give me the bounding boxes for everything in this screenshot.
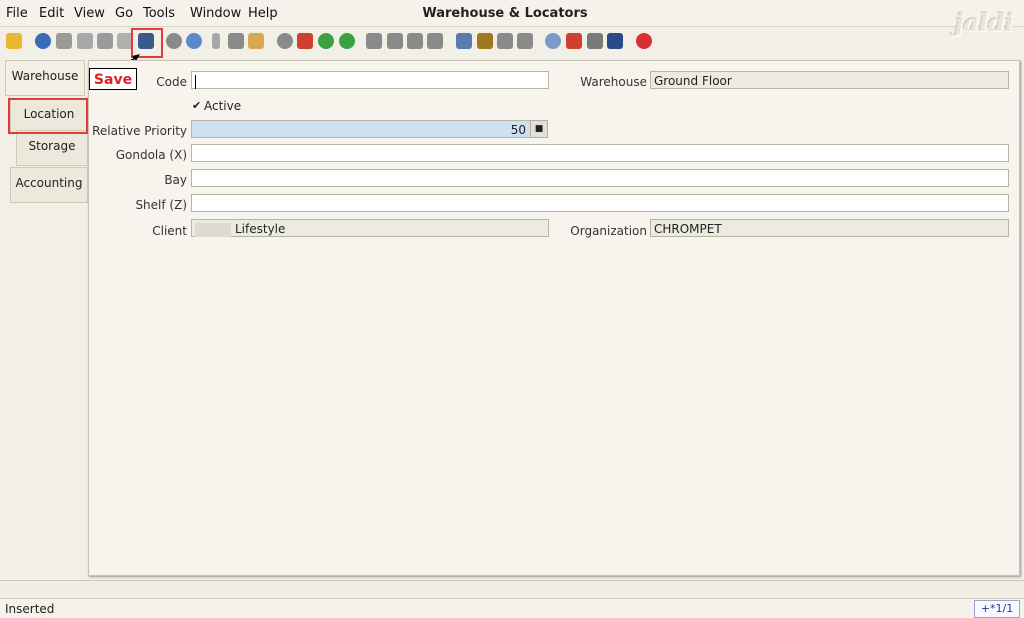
workflow-icon[interactable] [566,33,582,49]
active-checkbox[interactable]: ✔ [192,99,201,112]
calculator-icon[interactable]: ■ [530,120,548,138]
window-title: Warehouse & Locators [422,6,588,21]
tab-warehouse-label: Warehouse [11,69,79,83]
undo-icon[interactable] [6,33,22,49]
code-label: Code [156,75,187,89]
new-icon[interactable] [56,33,72,49]
delete-icon[interactable] [97,33,113,49]
find-icon[interactable] [186,33,202,49]
client-value: Lifestyle [235,222,286,236]
client-field[interactable]: Lifestyle [191,219,549,237]
warehouse-field[interactable]: Ground Floor [650,71,1009,89]
grid-toggle-icon[interactable] [248,33,264,49]
zoom-across-icon[interactable] [545,33,561,49]
active-label: Active [204,99,242,113]
organization-field[interactable]: CHROMPET [650,219,1009,237]
text-caret [195,74,196,89]
record-navigator[interactable]: +*1/1 [974,600,1020,618]
redacted-block [195,222,231,237]
tab-accounting[interactable]: Accounting [10,167,88,203]
code-field[interactable] [191,71,549,89]
status-message: Inserted [5,602,55,616]
product-info-icon[interactable] [607,33,623,49]
tab-warehouse[interactable]: Warehouse [5,60,85,96]
bay-label: Bay [164,173,187,187]
exit-icon[interactable] [636,33,652,49]
organization-label: Organization [570,224,647,238]
first-record-icon[interactable] [366,33,382,49]
gondola-label: Gondola (X) [115,148,187,162]
copy-icon[interactable] [77,33,93,49]
attachment-icon[interactable] [212,33,220,49]
previous-record-icon[interactable] [387,33,403,49]
report-icon[interactable] [456,33,472,49]
home-icon[interactable] [297,33,313,49]
print-icon[interactable] [517,33,533,49]
archive-icon[interactable] [477,33,493,49]
back-icon[interactable] [318,33,334,49]
priority-field[interactable]: 50 [191,120,531,138]
tab-accounting-label: Accounting [15,176,83,190]
status-bar: Inserted +*1/1 [0,598,1024,618]
chat-icon[interactable] [228,33,244,49]
bay-field[interactable] [191,169,1009,187]
warehouse-label: Warehouse [580,75,647,89]
menu-bar: File Edit View Go Tools Window Help Ware… [0,0,1024,37]
shelf-field[interactable] [191,194,1009,212]
location-highlight [8,98,88,134]
print-preview-icon[interactable] [497,33,513,49]
status-separator [0,580,1024,595]
help-icon[interactable] [35,33,51,49]
shelf-label: Shelf (Z) [135,198,187,212]
refresh-icon[interactable] [166,33,182,49]
request-icon[interactable] [587,33,603,49]
gondola-field[interactable] [191,144,1009,162]
history-icon[interactable] [277,33,293,49]
next-record-icon[interactable] [407,33,423,49]
last-record-icon[interactable] [427,33,443,49]
tab-storage[interactable]: Storage [16,130,88,166]
tab-storage-label: Storage [28,139,76,153]
client-label: Client [152,224,187,238]
forward-icon[interactable] [339,33,355,49]
priority-label: Relative Priority [92,124,187,138]
